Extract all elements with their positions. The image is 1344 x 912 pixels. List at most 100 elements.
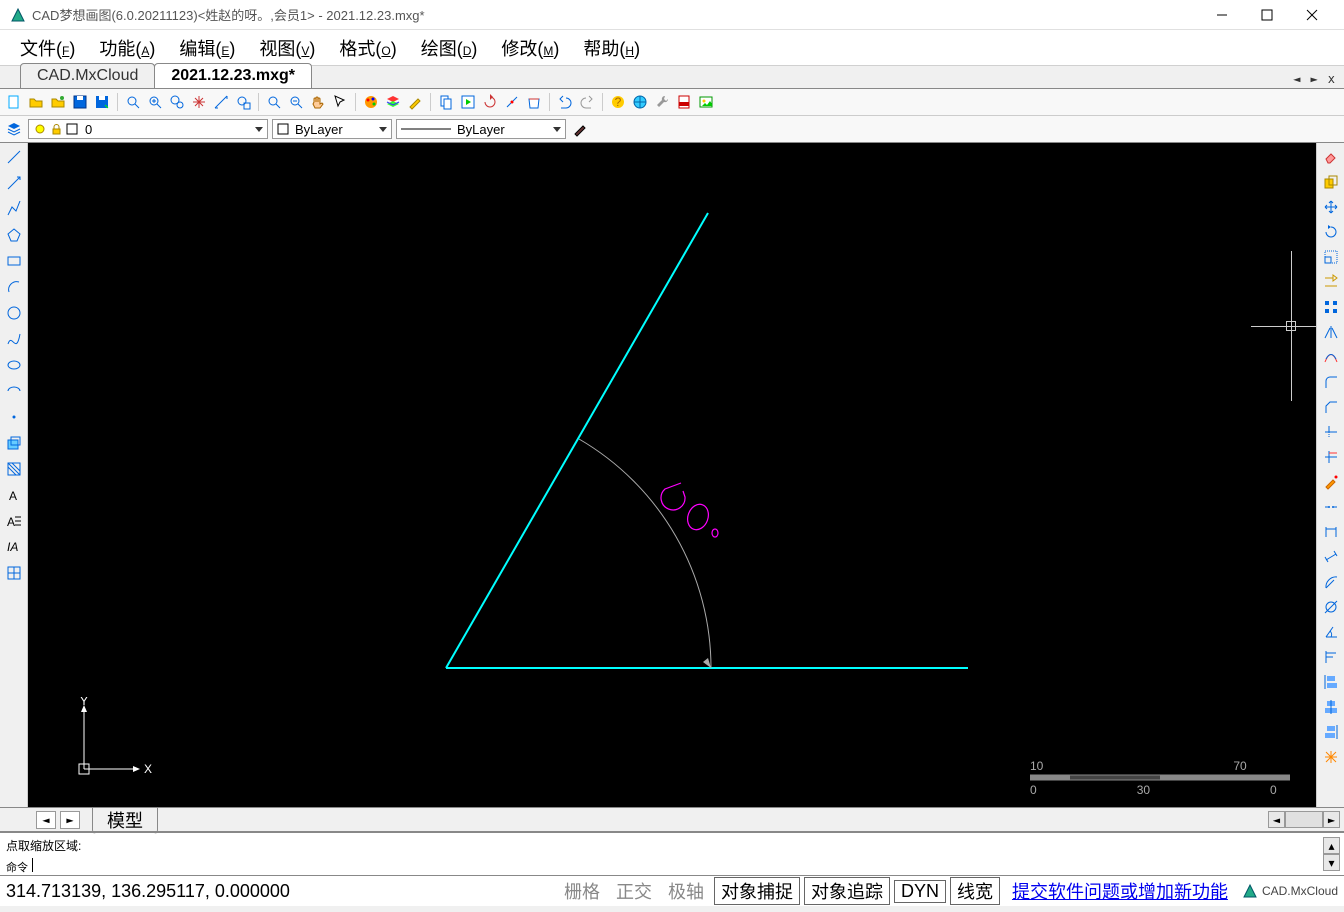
measure-icon[interactable] <box>211 92 231 112</box>
menu-file[interactable]: 文件(F) <box>8 29 87 67</box>
help2-icon[interactable]: ? <box>608 92 628 112</box>
maximize-button[interactable] <box>1244 0 1289 30</box>
open-icon[interactable] <box>26 92 46 112</box>
extend-icon[interactable] <box>1321 447 1341 467</box>
rotate-icon[interactable] <box>1321 222 1341 242</box>
feedback-link[interactable]: 提交软件问题或增加新功能 <box>1012 878 1228 904</box>
image-icon[interactable] <box>696 92 716 112</box>
dimension-baseline-icon[interactable] <box>1321 647 1341 667</box>
toggle-ortho[interactable]: 正交 <box>610 878 658 904</box>
polygon-tool-icon[interactable] <box>4 225 24 245</box>
tool-icon[interactable] <box>652 92 672 112</box>
pan-hand-icon[interactable] <box>308 92 328 112</box>
select-icon[interactable] <box>330 92 350 112</box>
layers-icon[interactable] <box>383 92 403 112</box>
doc-tab-active[interactable]: 2021.12.23.mxg* <box>154 63 312 88</box>
menu-edit[interactable]: 编辑(E) <box>167 29 247 67</box>
zoom-out-icon[interactable] <box>286 92 306 112</box>
pdf-icon[interactable] <box>674 92 694 112</box>
menu-view[interactable]: 视图(V) <box>247 29 327 67</box>
circle-tool-icon[interactable] <box>4 303 24 323</box>
paint-icon[interactable] <box>405 92 425 112</box>
tab-nav-left[interactable]: ◄ <box>1290 72 1303 86</box>
align-center-icon[interactable] <box>1321 697 1341 717</box>
hscroll-left[interactable]: ◄ <box>1268 811 1285 828</box>
chamfer-icon[interactable] <box>1321 397 1341 417</box>
table-tool-icon[interactable] <box>4 563 24 583</box>
toggle-polar[interactable]: 极轴 <box>662 878 710 904</box>
sheet-nav-next[interactable]: ► <box>60 811 80 829</box>
menu-help[interactable]: 帮助(H) <box>571 29 652 67</box>
cmd-scroll-down[interactable]: ▾ <box>1323 854 1340 871</box>
rect-tool-icon[interactable] <box>4 251 24 271</box>
globe-icon[interactable] <box>630 92 650 112</box>
ray-tool-icon[interactable] <box>4 173 24 193</box>
mtext-tool-icon[interactable]: A <box>4 511 24 531</box>
scale-icon[interactable] <box>1321 247 1341 267</box>
regen-icon[interactable] <box>480 92 500 112</box>
tab-nav-right[interactable]: ► <box>1308 72 1321 86</box>
menu-modify[interactable]: 修改(M) <box>489 29 571 67</box>
minimize-button[interactable] <box>1199 0 1244 30</box>
redo-icon[interactable] <box>577 92 597 112</box>
toggle-lineweight[interactable]: 线宽 <box>950 877 1000 905</box>
model-tab[interactable]: 模型 <box>92 806 158 834</box>
toggle-osnap[interactable]: 对象捕捉 <box>714 877 800 905</box>
dimension-diameter-icon[interactable] <box>1321 597 1341 617</box>
brush-icon[interactable] <box>570 119 590 139</box>
polyline-tool-icon[interactable] <box>4 199 24 219</box>
spline-tool-icon[interactable] <box>4 329 24 349</box>
linetype-dropdown[interactable]: ByLayer <box>396 119 566 139</box>
menu-function[interactable]: 功能(A) <box>87 29 167 67</box>
dimension-angular-icon[interactable] <box>1321 622 1341 642</box>
close-button[interactable] <box>1289 0 1334 30</box>
align-right-icon[interactable] <box>1321 722 1341 742</box>
hatch-tool-icon[interactable] <box>4 459 24 479</box>
offset-icon[interactable] <box>1321 347 1341 367</box>
align-left-icon[interactable] <box>1321 672 1341 692</box>
drawing-canvas[interactable]: Y X 1070 0300 <box>28 143 1316 807</box>
mirror-icon[interactable] <box>1321 322 1341 342</box>
block-tool-icon[interactable] <box>4 433 24 453</box>
trim-icon[interactable] <box>1321 422 1341 442</box>
attdef-tool-icon[interactable]: IA <box>4 537 24 557</box>
dimension-aligned-icon[interactable] <box>1321 547 1341 567</box>
zoom-extents-icon[interactable] <box>167 92 187 112</box>
toggle-dyn[interactable]: DYN <box>894 880 946 903</box>
run-icon[interactable] <box>458 92 478 112</box>
save-icon[interactable] <box>70 92 90 112</box>
palette-icon[interactable] <box>361 92 381 112</box>
toggle-grid[interactable]: 栅格 <box>558 878 606 904</box>
color-dropdown[interactable]: ByLayer <box>272 119 392 139</box>
open-cloud-icon[interactable] <box>48 92 68 112</box>
zoom-window-icon[interactable] <box>233 92 253 112</box>
erase-icon[interactable] <box>1321 147 1341 167</box>
break-icon[interactable] <box>1321 497 1341 517</box>
copy-icon[interactable] <box>1321 172 1341 192</box>
menu-draw[interactable]: 绘图(D) <box>409 29 490 67</box>
layer-dropdown[interactable]: 0 <box>28 119 268 139</box>
zoom-in-icon[interactable] <box>145 92 165 112</box>
array-icon[interactable] <box>1321 297 1341 317</box>
new-icon[interactable] <box>4 92 24 112</box>
tab-nav-close[interactable]: x <box>1325 72 1338 86</box>
zoom-icon[interactable] <box>123 92 143 112</box>
toggle-otrack[interactable]: 对象追踪 <box>804 877 890 905</box>
cmd-scroll-up[interactable]: ▴ <box>1323 837 1340 854</box>
menu-format[interactable]: 格式(O) <box>327 29 408 67</box>
zoom-realtime-icon[interactable] <box>264 92 284 112</box>
move-icon[interactable] <box>1321 197 1341 217</box>
stretch-icon[interactable] <box>1321 272 1341 292</box>
dimension-radius-icon[interactable] <box>1321 572 1341 592</box>
dimension-linear-icon[interactable] <box>1321 522 1341 542</box>
text-tool-icon[interactable]: A <box>4 485 24 505</box>
ellipse-tool-icon[interactable] <box>4 355 24 375</box>
command-input[interactable] <box>32 858 33 872</box>
undo-icon[interactable] <box>555 92 575 112</box>
sheet-nav-prev[interactable]: ◄ <box>36 811 56 829</box>
saveas-icon[interactable] <box>92 92 112 112</box>
ellipse-arc-tool-icon[interactable] <box>4 381 24 401</box>
explode-icon[interactable] <box>1321 747 1341 767</box>
break-icon[interactable] <box>502 92 522 112</box>
arc-tool-icon[interactable] <box>4 277 24 297</box>
